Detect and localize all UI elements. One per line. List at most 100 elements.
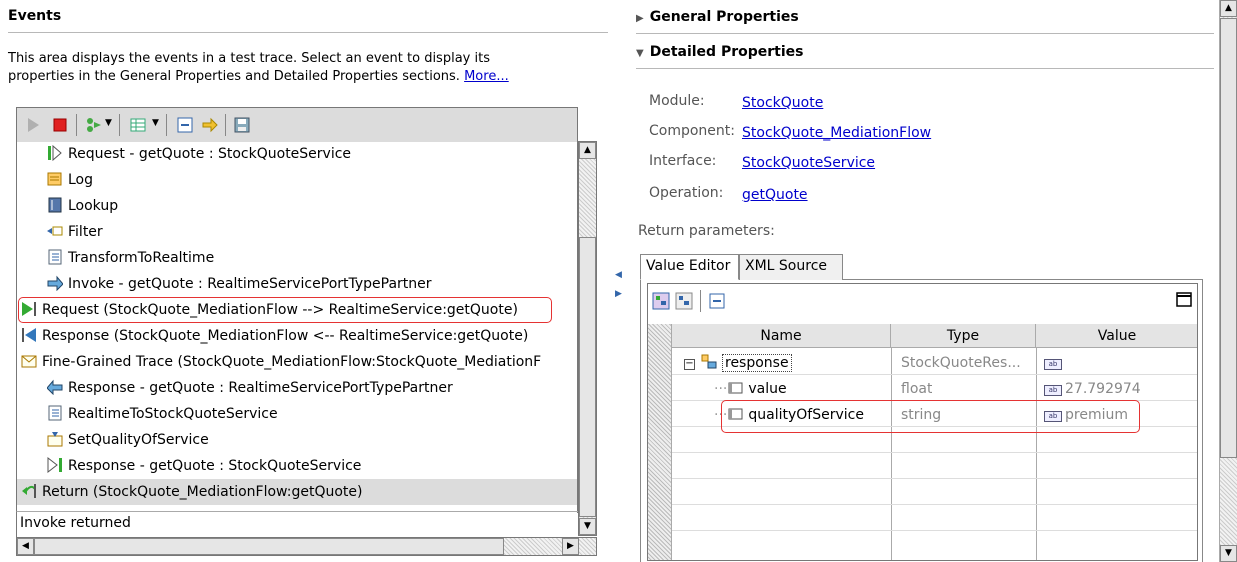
response-icon bbox=[21, 326, 37, 342]
module-link[interactable]: StockQuote bbox=[742, 95, 823, 111]
events-title: Events bbox=[8, 8, 62, 24]
detailed-properties-title: Detailed Properties bbox=[649, 44, 804, 60]
table-dropdown-icon[interactable]: ▼ bbox=[152, 118, 159, 128]
tree-item-label: Log bbox=[68, 172, 94, 188]
tree-item-realtime-to-stockquote[interactable]: RealtimeToStockQuoteService bbox=[47, 401, 278, 427]
component-label: Component: bbox=[649, 123, 735, 139]
collapse-all-icon[interactable] bbox=[176, 116, 194, 134]
tab-value-editor[interactable]: Value Editor bbox=[640, 254, 739, 280]
tree-item-invoke[interactable]: Invoke - getQuote : RealtimeServicePortT… bbox=[47, 271, 432, 297]
tree-item-return[interactable]: Return (StockQuote_MediationFlow:getQuot… bbox=[17, 479, 577, 505]
invoke-icon bbox=[47, 274, 64, 292]
column-header-value[interactable]: Value bbox=[1036, 324, 1197, 348]
description-line-1: This area displays the events in a test … bbox=[8, 51, 490, 66]
operation-link[interactable]: getQuote bbox=[742, 187, 808, 203]
general-properties-title: General Properties bbox=[649, 9, 799, 25]
table-row[interactable]: − response bbox=[684, 350, 792, 376]
return-icon bbox=[21, 482, 37, 498]
more-link[interactable]: More... bbox=[464, 69, 509, 84]
tab-xml-source[interactable]: XML Source bbox=[739, 254, 843, 280]
tree-item-response-getquote[interactable]: Response - getQuote : StockQuoteService bbox=[47, 453, 361, 479]
collapse-tree-icon[interactable] bbox=[708, 292, 728, 312]
hscroll-thumb[interactable] bbox=[34, 538, 504, 555]
events-status: Invoke returned bbox=[16, 511, 578, 537]
step-icon[interactable] bbox=[84, 116, 102, 134]
properties-vertical-scrollbar[interactable]: ▲ ▼ bbox=[1219, 0, 1237, 562]
grid-value-cell[interactable]: ab bbox=[1044, 350, 1065, 376]
transform-icon bbox=[47, 404, 63, 421]
lookup-icon bbox=[47, 196, 63, 213]
run-icon[interactable] bbox=[24, 116, 42, 134]
description-line-2: properties in the General Properties and… bbox=[8, 69, 460, 84]
save-icon[interactable] bbox=[233, 116, 251, 134]
table-icon[interactable] bbox=[129, 116, 147, 134]
scroll-up-icon[interactable]: ▲ bbox=[579, 142, 596, 159]
grid-type-cell: StockQuoteRes... bbox=[901, 355, 1021, 371]
maximize-icon[interactable] bbox=[1176, 292, 1192, 308]
tree-item-log[interactable]: Log bbox=[47, 167, 93, 193]
splitter-right-icon[interactable]: ▶ bbox=[615, 289, 622, 299]
add-child-icon[interactable] bbox=[675, 292, 695, 312]
text-value-icon: ab bbox=[1044, 359, 1062, 370]
scroll-down-icon[interactable]: ▼ bbox=[1220, 545, 1237, 562]
tree-item-label: RealtimeToStockQuoteService bbox=[68, 406, 278, 422]
stop-icon[interactable] bbox=[51, 116, 69, 134]
grid-type-cell: float bbox=[901, 381, 933, 397]
scroll-thumb[interactable] bbox=[579, 237, 596, 517]
events-vertical-scrollbar[interactable]: ▲ ▼ bbox=[578, 141, 597, 536]
tree-item-label: Invoke - getQuote : RealtimeServicePortT… bbox=[68, 276, 432, 292]
collapse-node-icon[interactable]: − bbox=[684, 359, 695, 370]
complex-type-icon bbox=[701, 353, 717, 369]
scroll-right-icon[interactable]: ▶ bbox=[562, 538, 579, 555]
tree-item-label: Return (StockQuote_MediationFlow:getQuot… bbox=[42, 484, 363, 500]
interface-link[interactable]: StockQuoteService bbox=[742, 155, 875, 171]
splitter-left-icon[interactable]: ◀ bbox=[615, 270, 622, 280]
tree-item-label: Response - getQuote : RealtimeServicePor… bbox=[68, 380, 453, 396]
tree-item-label: Response (StockQuote_MediationFlow <-- R… bbox=[42, 328, 529, 344]
module-label: Module: bbox=[649, 93, 705, 109]
tree-item-request-getquote[interactable]: Request - getQuote : StockQuoteService bbox=[47, 141, 351, 167]
highlight-request-row bbox=[18, 297, 552, 323]
tree-item-response-realtime[interactable]: Response (StockQuote_MediationFlow <-- R… bbox=[21, 323, 528, 349]
grid-value-cell[interactable]: ab 27.792974 bbox=[1044, 376, 1141, 402]
general-properties-header[interactable]: ▶ General Properties bbox=[636, 9, 799, 25]
component-link[interactable]: StockQuote_MediationFlow bbox=[742, 125, 931, 141]
tree-item-fine-grained-trace[interactable]: Fine-Grained Trace (StockQuote_Mediation… bbox=[21, 349, 541, 375]
table-row[interactable]: ··· value bbox=[714, 376, 787, 402]
events-horizontal-scrollbar[interactable]: ◀ ▶ bbox=[16, 537, 597, 556]
request-in-icon bbox=[47, 144, 63, 162]
highlight-qos-row bbox=[721, 400, 1140, 433]
response-out-icon bbox=[47, 456, 63, 474]
tree-item-label: Response - getQuote : StockQuoteService bbox=[68, 458, 362, 474]
scroll-up-icon[interactable]: ▲ bbox=[1220, 0, 1237, 17]
response-partner-icon bbox=[46, 378, 63, 396]
tree-item-response-partner[interactable]: Response - getQuote : RealtimeServicePor… bbox=[46, 375, 453, 401]
tree-item-lookup[interactable]: Lookup bbox=[47, 193, 118, 219]
properties-scroll-thumb[interactable] bbox=[1220, 18, 1237, 458]
tree-item-label: Request - getQuote : StockQuoteService bbox=[68, 146, 352, 162]
transform-icon bbox=[47, 248, 63, 265]
expand-tree-icon[interactable] bbox=[652, 292, 672, 312]
tree-item-label: TransformToRealtime bbox=[68, 250, 215, 266]
grid-name-cell: response bbox=[722, 354, 792, 372]
tree-item-transform-to-realtime[interactable]: TransformToRealtime bbox=[47, 245, 214, 271]
operation-label: Operation: bbox=[649, 185, 724, 201]
grid-name-cell: value bbox=[748, 381, 787, 397]
set-qos-icon bbox=[47, 430, 63, 447]
collapse-icon: ▼ bbox=[636, 48, 644, 59]
tree-item-label: Lookup bbox=[68, 198, 119, 214]
events-toolbar: ▼ ▼ bbox=[16, 107, 578, 142]
column-header-name[interactable]: Name bbox=[672, 324, 891, 348]
filter-icon bbox=[47, 222, 63, 238]
text-value-icon: ab bbox=[1044, 385, 1062, 396]
tree-item-set-qos[interactable]: SetQualityOfService bbox=[47, 427, 209, 453]
detailed-properties-header[interactable]: ▼ Detailed Properties bbox=[636, 44, 803, 60]
events-tree: Request - getQuote : StockQuoteService L… bbox=[16, 141, 578, 513]
step-dropdown-icon[interactable]: ▼ bbox=[105, 118, 112, 128]
link-with-editor-icon[interactable] bbox=[201, 116, 219, 134]
events-divider bbox=[8, 32, 608, 33]
scroll-down-icon[interactable]: ▼ bbox=[579, 518, 596, 535]
column-header-type[interactable]: Type bbox=[891, 324, 1036, 348]
scroll-left-icon[interactable]: ◀ bbox=[17, 538, 34, 555]
tree-item-filter[interactable]: Filter bbox=[47, 219, 103, 245]
